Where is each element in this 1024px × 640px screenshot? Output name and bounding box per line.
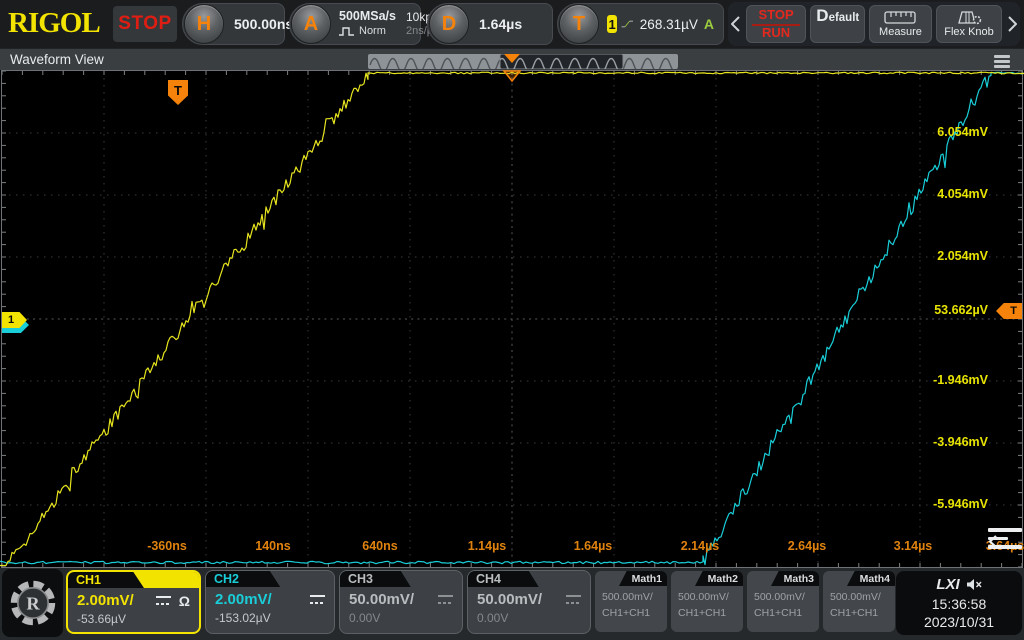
trigger-level-value: 268.31µV — [640, 17, 698, 32]
math2-label: Math2 — [695, 571, 743, 586]
channel3-label: CH3 — [340, 571, 411, 587]
voltage-axis-label: 6.054mV — [908, 125, 988, 139]
horizontal-knob[interactable]: H — [184, 4, 224, 44]
dc-coupling-icon — [156, 596, 171, 605]
impedance-label: Ω — [179, 593, 190, 609]
math3-box[interactable]: Math3 500.00mV/ CH1+CH1 — [747, 571, 819, 632]
collapsed-menu-icon[interactable] — [988, 528, 1022, 549]
voltage-axis-label: -5.946mV — [908, 497, 988, 511]
channel2-label: CH2 — [206, 571, 280, 587]
view-title: Waveform View — [10, 52, 104, 67]
system-date: 2023/10/31 — [924, 613, 994, 631]
horizontal-scale-value: 500.00ns/ — [234, 16, 297, 32]
math4-expression: CH1+CH1 — [830, 606, 895, 622]
channel2-offset: -153.02µV — [206, 608, 334, 625]
waveform-plot — [0, 70, 1024, 568]
scroll-right-icon[interactable] — [1006, 16, 1018, 32]
math3-expression: CH1+CH1 — [754, 606, 819, 622]
voltage-axis-label: 4.054mV — [908, 187, 988, 201]
channel1-offset: -53.66µV — [68, 609, 199, 626]
graticule-area[interactable]: T 2 1 T 6.054mV4.054mV2.054mV53.662µV-1.… — [0, 70, 1024, 568]
time-axis-label: 1.14µs — [447, 539, 527, 553]
channel-status-bar: R CH1 2.00mV/ Ω -53.66µV CH2 2.00mV/ -15… — [0, 568, 1024, 640]
math1-box[interactable]: Math1 500.00mV/ CH1+CH1 — [595, 571, 667, 632]
trigger-status: A — [704, 16, 714, 32]
measure-button[interactable]: Measure — [869, 5, 932, 43]
run-state-indicator: STOP — [113, 6, 177, 42]
dc-coupling-icon — [566, 595, 581, 604]
stop-run-button[interactable]: STOP RUN — [746, 5, 807, 43]
channel4-scale: 50.00mV/ — [477, 591, 542, 608]
channel2-box[interactable]: CH2 2.00mV/ -153.02µV — [205, 570, 335, 634]
time-axis-label: 2.64µs — [767, 539, 847, 553]
channel4-offset: 0.00V — [468, 608, 590, 625]
header-bar: RIGOL STOP H 500.00ns/ A 500MSa/s Norm 1… — [0, 0, 1024, 48]
trigger-source-badge: 1 — [607, 15, 617, 33]
status-clock-tile[interactable]: LXI 15:36:58 2023/10/31 — [896, 571, 1022, 635]
math1-scale: 500.00mV/ — [602, 590, 667, 606]
time-axis-label: -360ns — [127, 539, 207, 553]
dc-coupling-icon — [310, 595, 325, 604]
math2-box[interactable]: Math2 500.00mV/ CH1+CH1 — [671, 571, 743, 632]
channel4-label: CH4 — [468, 571, 539, 587]
quick-buttons: STOP RUN Default Measure Flex Knob — [728, 2, 1020, 46]
channel1-box[interactable]: CH1 2.00mV/ Ω -53.66µV — [66, 570, 201, 634]
rigol-logo: RIGOL — [8, 7, 100, 40]
acquisition-overview-scrollbar[interactable] — [368, 54, 678, 69]
lxi-label: LXI — [936, 575, 959, 595]
channel3-offset: 0.00V — [340, 608, 462, 625]
svg-text:R: R — [26, 594, 40, 614]
math2-scale: 500.00mV/ — [678, 590, 743, 606]
acquisition-settings[interactable]: A 500MSa/s Norm 10kpts 2ns/pt — [289, 3, 421, 45]
voltage-axis-label: 2.054mV — [908, 249, 988, 263]
ruler-icon — [884, 11, 916, 24]
horizontal-settings[interactable]: H 500.00ns/ — [182, 3, 285, 45]
time-axis-label: 640ns — [340, 539, 420, 553]
delay-settings[interactable]: D 1.64µs — [427, 3, 553, 45]
menu-icon[interactable] — [994, 55, 1010, 68]
delay-knob[interactable]: D — [429, 4, 469, 44]
acquisition-mode: Norm — [359, 25, 386, 39]
dc-coupling-icon — [438, 595, 453, 604]
speaker-mute-icon — [966, 578, 982, 591]
time-axis-label: 3.14µs — [873, 539, 953, 553]
channel1-scale: 2.00mV/ — [77, 592, 134, 609]
math4-box[interactable]: Math4 500.00mV/ CH1+CH1 — [823, 571, 895, 632]
delay-value: 1.64µs — [479, 16, 522, 32]
math1-expression: CH1+CH1 — [602, 606, 667, 622]
knob-gear-icon — [955, 10, 983, 25]
rigol-gear-logo[interactable]: R — [2, 569, 63, 637]
math4-scale: 500.00mV/ — [830, 590, 895, 606]
math4-label: Math4 — [847, 571, 895, 586]
math1-label: Math1 — [619, 571, 667, 586]
trigger-settings[interactable]: T 1 268.31µV A — [557, 3, 724, 45]
trigger-knob[interactable]: T — [559, 4, 599, 44]
voltage-axis-label: 53.662µV — [908, 303, 988, 317]
gear-icon: R — [7, 577, 59, 629]
channel4-box[interactable]: CH4 50.00mV/ 0.00V — [467, 570, 591, 634]
math3-scale: 500.00mV/ — [754, 590, 819, 606]
channel2-scale: 2.00mV/ — [215, 591, 272, 608]
channel3-scale: 50.00mV/ — [349, 591, 414, 608]
time-axis-label: 1.64µs — [553, 539, 633, 553]
flex-knob-button[interactable]: Flex Knob — [936, 5, 1003, 43]
channel3-box[interactable]: CH3 50.00mV/ 0.00V — [339, 570, 463, 634]
math2-expression: CH1+CH1 — [678, 606, 743, 622]
default-button[interactable]: Default — [810, 5, 865, 43]
rising-edge-icon — [621, 16, 634, 32]
voltage-axis-label: -3.946mV — [908, 435, 988, 449]
oscilloscope-screen: RIGOL STOP H 500.00ns/ A 500MSa/s Norm 1… — [0, 0, 1024, 640]
acquisition-knob[interactable]: A — [291, 4, 331, 44]
voltage-axis-label: -1.946mV — [908, 373, 988, 387]
time-axis-label: 2.14µs — [660, 539, 740, 553]
system-time: 15:36:58 — [932, 595, 987, 613]
pulse-icon — [339, 27, 355, 36]
math3-label: Math3 — [771, 571, 819, 586]
time-axis-label: 140ns — [233, 539, 313, 553]
sample-rate: 500MSa/s — [339, 9, 396, 25]
channel1-label: CH1 — [68, 572, 144, 588]
waveform-view-bar: Waveform View — [0, 48, 1024, 70]
scroll-left-icon[interactable] — [730, 16, 742, 32]
